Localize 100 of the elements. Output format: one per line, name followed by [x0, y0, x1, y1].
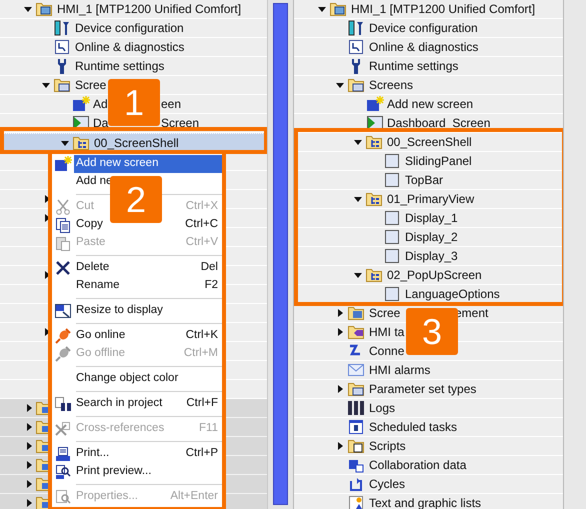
expanded-arrow-icon[interactable] — [354, 195, 362, 203]
shortcut-text: Del — [200, 260, 218, 276]
tree-item-label[interactable]: Online & diagnostics — [75, 38, 184, 56]
menu-item[interactable]: Search in project — [76, 395, 162, 413]
folder-icon — [54, 78, 70, 92]
tree-item-label[interactable]: Device configuration — [75, 19, 184, 37]
add-screen-icon — [72, 96, 90, 112]
collapsed-arrow-icon[interactable] — [336, 385, 344, 393]
tree-item-label[interactable]: HMI ta — [369, 323, 404, 341]
screen-icon — [384, 286, 400, 302]
scroll-bar[interactable] — [273, 3, 288, 505]
screen-icon — [384, 248, 400, 264]
tree-item-label[interactable]: Scree — [75, 76, 106, 94]
shortcut-text: Ctrl+F — [186, 396, 218, 412]
shortcut-text: Ctrl+C — [185, 217, 218, 232]
tree-item-label[interactable]: Ad — [93, 95, 108, 113]
menu-item[interactable]: Go online — [76, 327, 126, 345]
tree-item-label[interactable]: Add new screen — [387, 95, 474, 113]
tree-item-label[interactable]: LanguageOptions — [405, 285, 500, 303]
tree-item-label[interactable]: Scripts — [369, 437, 406, 455]
tree-item-label[interactable]: HMI_1 [MTP1200 Unified Comfort] — [351, 0, 536, 18]
shortcut-text: Ctrl+V — [186, 235, 218, 250]
collapsed-arrow-icon[interactable] — [25, 442, 33, 450]
tree-item-label[interactable]: een — [161, 95, 182, 113]
shortcut-text: Ctrl+P — [186, 446, 218, 462]
expanded-arrow-icon[interactable] — [354, 138, 362, 146]
collapsed-arrow-icon[interactable] — [336, 309, 344, 317]
expanded-arrow-icon[interactable] — [336, 81, 344, 89]
collapsed-arrow-icon[interactable] — [25, 461, 33, 469]
device-wrench-icon — [54, 20, 70, 36]
collapsed-arrow-icon[interactable] — [25, 423, 33, 431]
tree-item-label[interactable]: TopBar — [405, 171, 444, 189]
collapsed-arrow-icon[interactable] — [336, 442, 344, 450]
screen-icon — [384, 172, 400, 188]
tree-item-label[interactable]: 01_PrimaryView — [387, 190, 474, 208]
tree-item-label[interactable]: Dashboard_Screen — [387, 114, 490, 132]
tree-item-label[interactable]: 00_ScreenShell — [387, 133, 472, 151]
plug-icon — [55, 346, 71, 362]
tree-item-label[interactable]: 02_PopUpScreen — [387, 266, 482, 284]
menu-item[interactable]: Add new screen — [74, 155, 222, 173]
plug-icon — [55, 328, 71, 344]
screen-icon — [384, 210, 400, 226]
expanded-arrow-icon[interactable] — [354, 271, 362, 279]
tree-item-label[interactable]: Display_2 — [405, 228, 458, 246]
tree-item-label[interactable]: Online & diagnostics — [369, 38, 478, 56]
device-folder-icon — [330, 2, 346, 16]
expanded-arrow-icon[interactable] — [318, 5, 326, 13]
tree-item-label[interactable]: SlidingPanel — [405, 152, 472, 170]
shortcut-text: Ctrl+K — [186, 328, 218, 344]
tree-item-label[interactable]: Collaboration data — [369, 456, 466, 474]
callout-number: 1 — [108, 79, 160, 126]
shortcut-text: Ctrl+M — [184, 346, 218, 362]
expanded-arrow-icon[interactable] — [24, 5, 32, 13]
expanded-arrow-icon[interactable] — [61, 138, 69, 146]
tree-item-label[interactable]: HMI alarms — [369, 361, 430, 379]
tree-item-label[interactable]: Conne — [369, 342, 404, 360]
menu-item[interactable]: Resize to display — [76, 302, 163, 320]
collapsed-arrow-icon[interactable] — [25, 480, 33, 488]
tree-item-label[interactable]: Scree — [369, 304, 400, 322]
resize-icon — [54, 303, 72, 319]
expanded-arrow-icon[interactable] — [42, 81, 50, 89]
tree-item-label[interactable]: Da — [93, 114, 108, 132]
cross-reference-icon — [55, 421, 71, 437]
collapsed-arrow-icon[interactable] — [25, 499, 33, 507]
menu-item[interactable]: Rename — [76, 277, 120, 295]
folder-icon — [348, 382, 364, 396]
tree-item-label[interactable]: Screens — [369, 76, 414, 94]
menu-item[interactable]: Copy — [76, 216, 103, 234]
tree-item-label[interactable]: Screen — [161, 114, 200, 132]
tree-item-label[interactable]: Parameter set types — [369, 380, 476, 398]
copy-icon — [55, 217, 71, 233]
delete-icon — [56, 261, 70, 275]
tree-item-label[interactable]: HMI_1 [MTP1200 Unified Comfort] — [57, 0, 242, 18]
tree-item-label[interactable]: Display_1 — [405, 209, 458, 227]
tree-item-label[interactable]: Logs — [369, 399, 396, 417]
tree-item-label[interactable]: 00_ScreenShell — [94, 134, 179, 152]
tree-item-label[interactable]: Scheduled tasks — [369, 418, 458, 436]
tree-item-label[interactable]: Device configuration — [369, 19, 478, 37]
tree-item-label[interactable]: Runtime settings — [369, 57, 458, 75]
device-folder-icon — [36, 2, 52, 16]
tree-item-label[interactable]: Cycles — [369, 475, 406, 493]
add-screen-icon — [54, 156, 72, 172]
scissors-icon — [56, 199, 70, 215]
envelope-icon — [348, 363, 364, 377]
menu-item[interactable]: Change object color — [76, 370, 178, 388]
tree-item-label[interactable]: Runtime settings — [75, 57, 164, 75]
callout-number: 3 — [406, 308, 458, 355]
menu-item[interactable]: Delete — [76, 259, 110, 277]
menu-item[interactable]: Print... — [76, 445, 110, 463]
shortcut-text: F2 — [204, 278, 218, 294]
add-screen-icon — [366, 96, 384, 112]
tree-item-label[interactable]: Display_3 — [405, 247, 458, 265]
collapsed-arrow-icon[interactable] — [25, 404, 33, 412]
properties-icon — [55, 489, 71, 505]
collapsed-arrow-icon[interactable] — [336, 328, 344, 336]
folder-screen-icon — [348, 306, 364, 320]
menu-item[interactable]: Print preview... — [76, 463, 152, 481]
paste-icon — [55, 235, 71, 251]
folder-tree-icon — [366, 135, 382, 149]
folder-tag-icon — [348, 325, 364, 339]
